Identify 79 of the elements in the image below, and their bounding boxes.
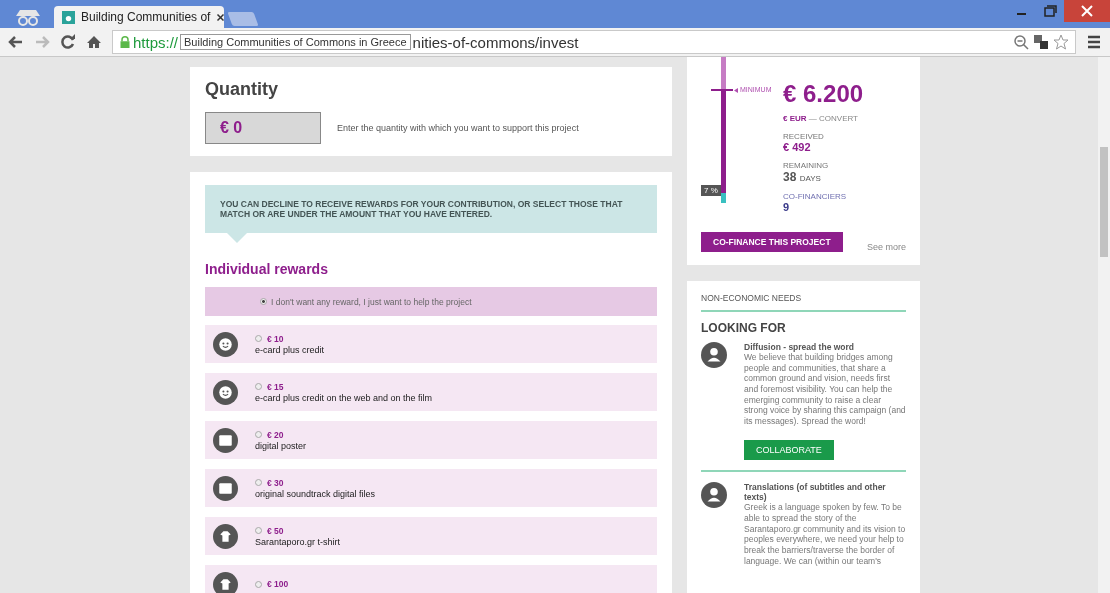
reload-icon[interactable] <box>60 34 76 50</box>
radio-button[interactable] <box>255 479 262 487</box>
address-bar[interactable]: https:// Building Communities of Commons in Greece nities-of-commons/invest <box>112 30 1076 54</box>
person-icon <box>701 342 727 368</box>
person-icon <box>701 482 727 509</box>
radio-button[interactable] <box>255 527 262 535</box>
see-more-link[interactable]: See more <box>866 242 906 252</box>
co-finance-button[interactable]: CO-FINANCE THIS PROJECT <box>701 232 843 252</box>
smiley-icon <box>213 379 238 405</box>
radio-button[interactable] <box>255 383 262 391</box>
needs-heading: LOOKING FOR <box>701 321 787 335</box>
tooltip: Building Communities of Commons in Greece <box>180 34 411 50</box>
radio-button[interactable] <box>260 298 267 306</box>
cofinanciers-count: 9 <box>783 201 791 213</box>
reward-description: Sarantaporo.gr t-shirt <box>255 536 341 547</box>
reward-option[interactable]: € 15 e-card plus credit on the web and on the film <box>205 373 657 412</box>
no-reward-label: I don't want any reward, I just want to help the project <box>271 296 472 307</box>
minimum-amount: € 6.200 <box>783 80 864 108</box>
reward-option[interactable]: € 20 digital poster <box>205 421 657 460</box>
url-scheme: https:// <box>133 33 179 51</box>
quantity-field[interactable]: € 0 <box>205 112 321 144</box>
quantity-hint: Enter the quantity with which you want to support this project <box>337 123 579 133</box>
reward-price: € 10 <box>267 333 284 344</box>
convert-link[interactable]: CONVERT <box>819 114 858 123</box>
url-path: nities-of-commons/invest <box>412 33 579 51</box>
tab-title: Building Communities of <box>81 10 211 24</box>
currency-label: € EUR <box>783 114 807 123</box>
reward-description: original soundtrack digital files <box>255 488 376 499</box>
needs-section-title: NON-ECONOMIC NEEDS <box>701 293 906 312</box>
reward-price: € 30 <box>267 477 284 488</box>
received-label: RECEIVED <box>783 132 825 141</box>
browser-tab[interactable]: Building Communities of <box>54 6 224 28</box>
reward-option[interactable]: € 30 original soundtrack digital files <box>205 469 657 508</box>
shirt-icon <box>213 571 238 593</box>
notice-pointer-icon <box>227 233 247 244</box>
reward-option[interactable]: € 100 <box>205 565 657 593</box>
padlock-icon <box>119 35 131 49</box>
reward-price: € 100 <box>267 579 289 590</box>
shirt-icon <box>213 523 238 549</box>
need-description: Greek is a language spoken by few. To be able to spread the story of the Sarantaporo.gr community and its vision to peoples everywhere, we need your help to break the barriers/traverse the border of language. We can (within our team's <box>744 502 906 567</box>
percent-badge: 7 % <box>701 185 721 196</box>
pointer-arrow-icon <box>734 88 738 93</box>
rewards-notice: YOU CAN DECLINE TO RECEIVE REWARDS FOR YOUR CONTRIBUTION, OR SELECT THOSE THAT MATCH OR ARE UNDER THE AMOUNT THAT YOU HAVE ENTERED. <box>205 185 657 234</box>
received-amount: € 492 <box>783 141 812 153</box>
cofinanciers-label: CO-FINANCIERS <box>783 192 848 201</box>
site-favicon-icon <box>62 10 75 24</box>
reward-description: e-card plus credit on the web and on the film <box>255 392 433 403</box>
reward-description: e-card plus credit <box>255 344 325 355</box>
reward-description: digital poster <box>255 440 307 451</box>
reward-price: € 15 <box>267 381 284 392</box>
reward-price: € 20 <box>267 429 284 440</box>
folder-icon <box>213 427 238 453</box>
forward-arrow-icon[interactable] <box>34 34 50 50</box>
scrollbar[interactable] <box>1098 57 1110 593</box>
translate-icon[interactable] <box>1033 34 1049 50</box>
reward-price: € 50 <box>267 525 284 536</box>
radio-button[interactable] <box>255 580 262 588</box>
star-icon[interactable] <box>1053 34 1069 50</box>
back-arrow-icon[interactable] <box>8 34 24 50</box>
close-icon[interactable] <box>216 12 224 22</box>
need-description: We believe that building bridges among people and communities, that share a common ground and vision, needs first and foremost visibility. You can help the emerging community to raise a clear strong voice by sharing this campaign (and its messages). Spread the word! <box>744 352 906 427</box>
collaborate-button[interactable]: COLLABORATE <box>744 440 834 461</box>
reward-option[interactable]: € 50 Sarantaporo.gr t-shirt <box>205 517 657 556</box>
remaining-label: REMAINING <box>783 161 830 170</box>
rewards-heading: Individual rewards <box>205 261 329 278</box>
need-title: Diffusion - spread the word <box>744 342 856 352</box>
no-reward-option[interactable]: I don't want any reward, I just want to help the project <box>205 287 657 317</box>
need-title: Translations (of subtitles and other texts) <box>744 482 887 503</box>
home-icon[interactable] <box>86 34 102 50</box>
quantity-title: Quantity <box>205 79 279 100</box>
remaining-days: 38 DAYS <box>783 170 864 184</box>
dash-separator: — <box>808 114 817 123</box>
menu-icon[interactable] <box>1086 34 1102 50</box>
reward-option[interactable]: € 10 e-card plus credit <box>205 325 657 364</box>
radio-button[interactable] <box>255 335 262 343</box>
zoom-out-icon[interactable] <box>1013 34 1029 50</box>
folder-icon <box>213 475 238 501</box>
radio-button[interactable] <box>255 431 262 439</box>
smiley-icon <box>213 331 238 357</box>
